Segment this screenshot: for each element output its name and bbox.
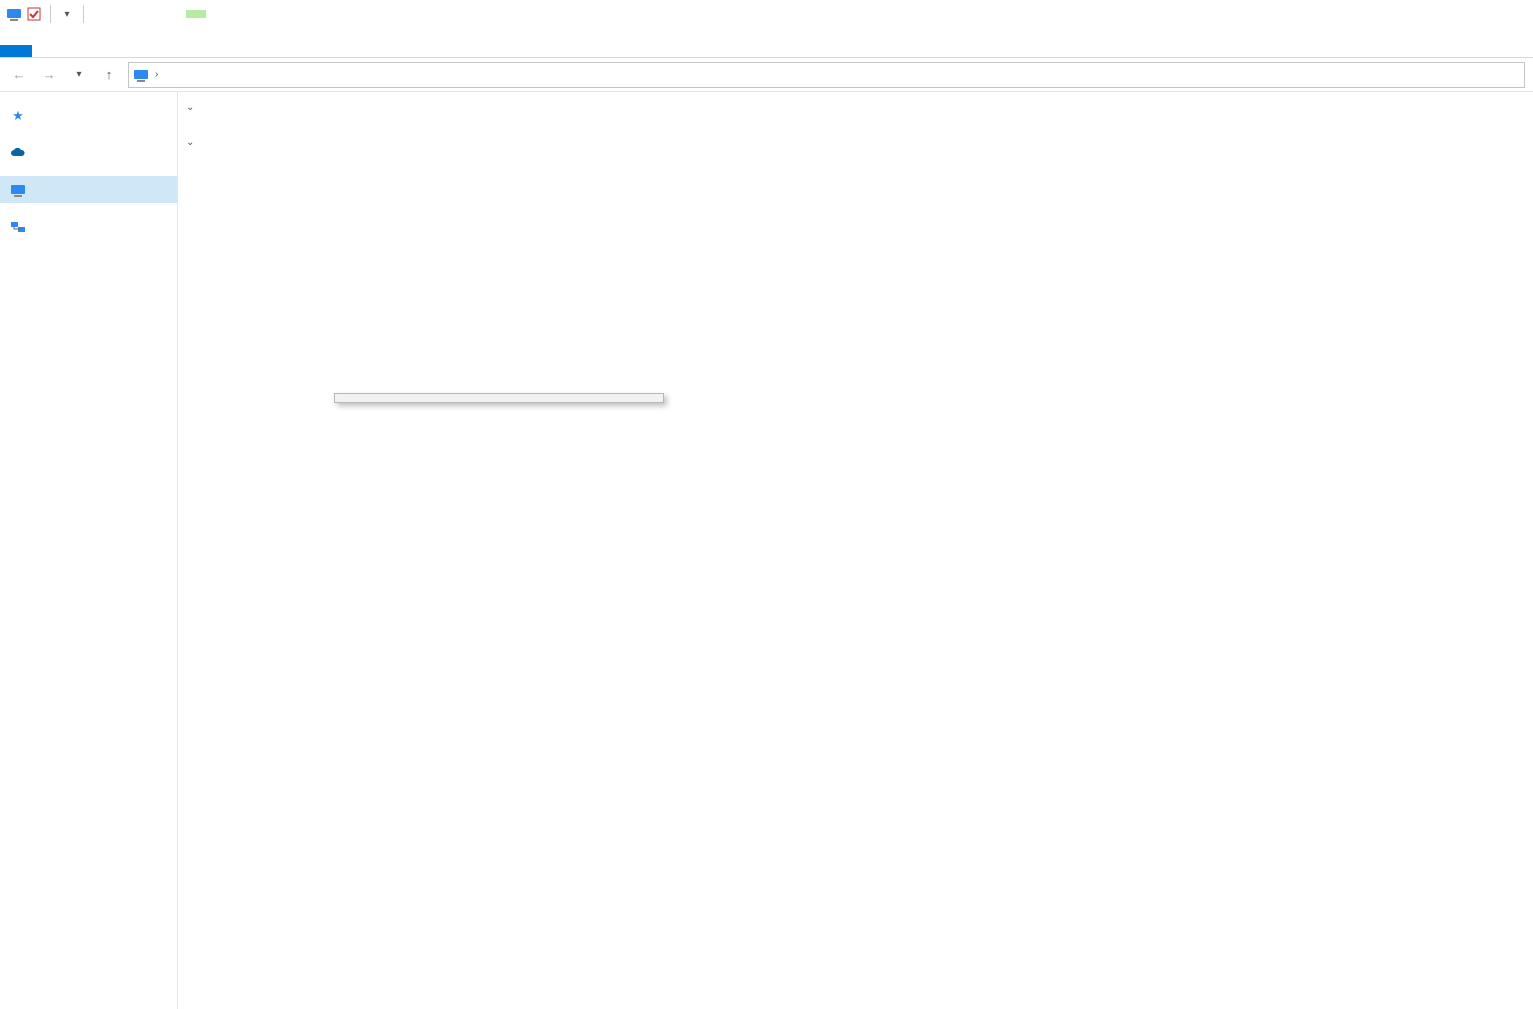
main-area: ★ ⌄ bbox=[0, 92, 1533, 1009]
this-pc-icon bbox=[10, 182, 26, 198]
group-header-drives[interactable]: ⌄ bbox=[186, 133, 1533, 152]
tab-manage[interactable] bbox=[96, 45, 128, 57]
nav-up-button[interactable]: ↑ bbox=[98, 64, 120, 86]
sidebar-this-pc[interactable] bbox=[0, 176, 177, 203]
ribbon-tabs bbox=[0, 28, 1533, 58]
content-pane: ⌄ ⌄ bbox=[178, 92, 1533, 1009]
title-bar: ▾ bbox=[0, 0, 1533, 28]
sidebar-quick-access[interactable]: ★ bbox=[0, 102, 177, 129]
properties-qab-icon[interactable] bbox=[26, 6, 42, 22]
chevron-down-icon: ⌄ bbox=[186, 137, 194, 148]
tab-file[interactable] bbox=[0, 45, 32, 57]
address-bar[interactable]: › bbox=[128, 62, 1525, 88]
this-pc-icon[interactable] bbox=[6, 6, 22, 22]
drive-tiles bbox=[186, 152, 1533, 168]
qab-dropdown-icon[interactable]: ▾ bbox=[59, 6, 75, 22]
address-bar-row: ← → ▾ ↑ › bbox=[0, 58, 1533, 92]
this-pc-addr-icon bbox=[133, 67, 149, 83]
sidebar-network[interactable] bbox=[0, 213, 177, 240]
group-header-folders[interactable]: ⌄ bbox=[186, 98, 1533, 117]
network-icon bbox=[10, 219, 26, 235]
nav-back-button[interactable]: ← bbox=[8, 64, 30, 86]
chevron-down-icon: ⌄ bbox=[186, 102, 194, 113]
nav-history-dropdown[interactable]: ▾ bbox=[68, 64, 90, 86]
sidebar-onedrive[interactable] bbox=[0, 139, 177, 166]
star-icon: ★ bbox=[10, 108, 26, 124]
chevron-right-icon[interactable]: › bbox=[155, 69, 158, 80]
context-menu bbox=[334, 393, 664, 403]
tab-view[interactable] bbox=[64, 45, 96, 57]
cloud-icon bbox=[10, 145, 26, 161]
navigation-pane: ★ bbox=[0, 92, 178, 1009]
nav-forward-button[interactable]: → bbox=[38, 64, 60, 86]
folder-tiles bbox=[186, 117, 1533, 133]
quick-access-toolbar: ▾ bbox=[0, 5, 94, 23]
contextual-tab-drive-tools[interactable] bbox=[186, 10, 206, 18]
tab-computer[interactable] bbox=[32, 45, 64, 57]
